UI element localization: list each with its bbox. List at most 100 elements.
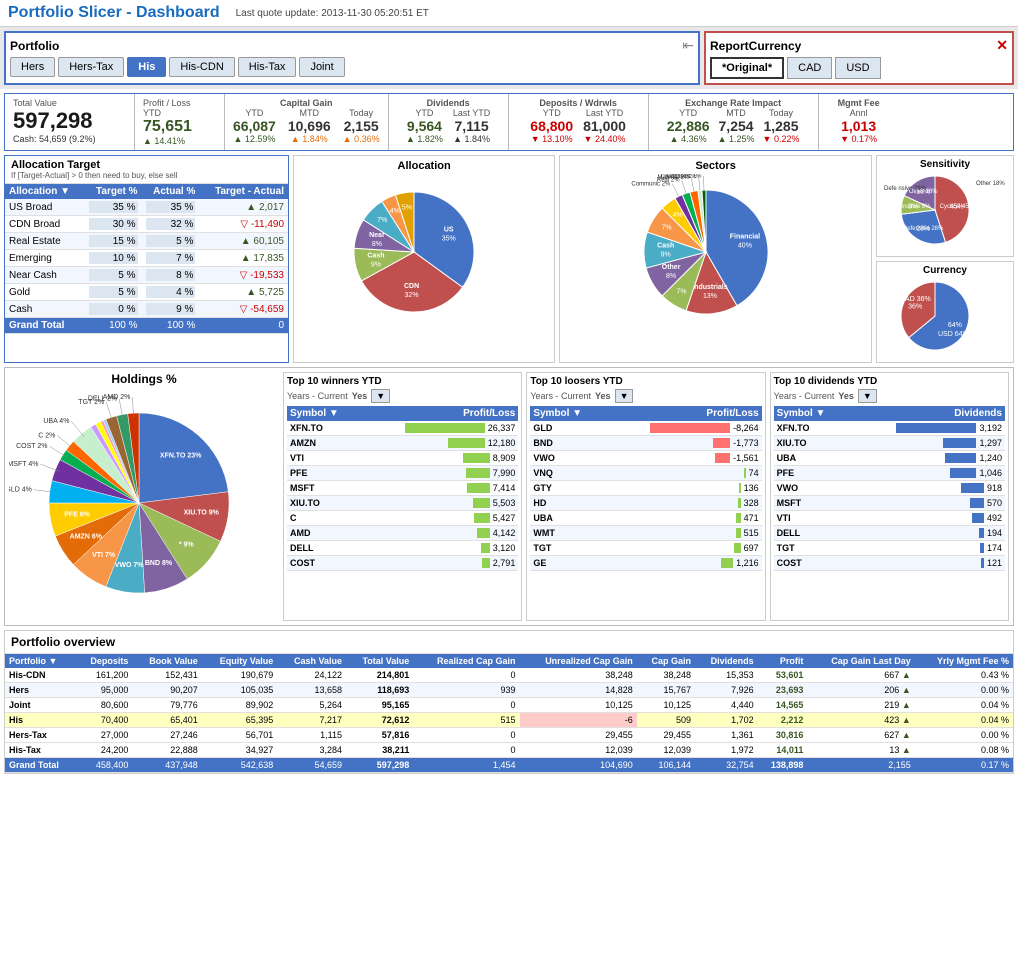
div-value: 194 (850, 526, 1005, 541)
overview-row: His 70,400 65,401 65,395 7,217 72,612 51… (5, 713, 1013, 728)
top-section: Portfolio ⇤ Hers Hers-Tax His His-CDN Hi… (0, 27, 1018, 89)
div-symbol: XFN.TO (774, 421, 850, 436)
tab-his-cdn[interactable]: His-CDN (169, 57, 234, 77)
ex-mtd-val: 7,254 (718, 118, 755, 134)
sectors-pie-title: Sectors (564, 160, 867, 172)
tab-hers[interactable]: Hers (10, 57, 55, 77)
ov-mgmt: 0.04 % (915, 713, 1013, 728)
ov-unrealized: 29,455 (520, 728, 637, 743)
ov-total: 118,693 (346, 683, 413, 698)
ov-dividends: 1,972 (695, 743, 758, 758)
svg-text:MSFT 4%: MSFT 4% (9, 461, 38, 468)
winner-symbol: COST (287, 556, 361, 571)
svg-text:Other: Other (661, 264, 680, 271)
alloc-actual: 8 % (142, 267, 200, 284)
winner-symbol: MSFT (287, 481, 361, 496)
currency-usd[interactable]: USD (835, 57, 880, 79)
tab-his[interactable]: His (127, 57, 166, 77)
overview-row: His-Tax 24,200 22,888 34,927 3,284 38,21… (5, 743, 1013, 758)
stats-row: Total Value 597,298 Cash: 54,659 (9.2%) … (4, 93, 1014, 151)
loser-symbol: GLD (530, 421, 605, 436)
alloc-actual: 35 % (142, 199, 200, 216)
div-value: 1,046 (850, 466, 1005, 481)
losers-row: BND -1,773 (530, 436, 761, 451)
tab-joint[interactable]: Joint (299, 57, 344, 77)
winners-filter-btn[interactable]: ▼ (371, 389, 390, 403)
cap-mtd-val: 10,696 (288, 118, 331, 134)
winner-symbol: VTI (287, 451, 361, 466)
tab-his-tax[interactable]: His-Tax (238, 57, 297, 77)
mgmt-label: Mgmt Fee (827, 98, 891, 108)
right-pies: Sensitivity 45%28%9%18%Cyclical 45%Defen… (876, 155, 1014, 363)
ov-equity: 190,679 (202, 668, 278, 683)
winners-table: Symbol ▼ Profit/Loss XFN.TO 26,337 AMZN … (287, 406, 518, 571)
svg-text:7%: 7% (661, 224, 671, 231)
loser-symbol: HD (530, 496, 605, 511)
loser-symbol: VNQ (530, 466, 605, 481)
div-symbol: UBA (774, 451, 850, 466)
ov-equity: 34,927 (202, 743, 278, 758)
alloc-target: 5 % (85, 284, 142, 301)
currency-tabs: *Original* CAD USD (710, 57, 1008, 79)
svg-text:Defensive 28%: Defensive 28% (903, 226, 944, 232)
ov-deposits: 27,000 (76, 728, 132, 743)
svg-text:35%: 35% (442, 235, 456, 242)
portfolio-close-icon[interactable]: ⇤ (682, 37, 694, 54)
top10-winners: Top 10 winners YTD Years - Current Yes ▼… (283, 372, 522, 621)
svg-text:AMZN 6%: AMZN 6% (70, 534, 103, 541)
div-lastytd-col: Last YTD 7,115 ▲ 1.84% (453, 108, 490, 144)
losers-filter-label: Years - Current (530, 391, 591, 401)
div-symbol: VWO (774, 481, 850, 496)
ov-lastday: 627 ▲ (807, 728, 914, 743)
ov-profit: 2,212 (758, 713, 808, 728)
cap-ytd-col: YTD 66,087 ▲ 12.59% (233, 108, 276, 144)
ov-col-deposits: Deposits (76, 654, 132, 668)
ov-portfolio: His-Tax (5, 743, 76, 758)
tab-hers-tax[interactable]: Hers-Tax (58, 57, 124, 77)
svg-text:XFN.TO 23%: XFN.TO 23% (160, 453, 202, 460)
ov-total: 214,801 (346, 668, 413, 683)
deposits-label: Deposits / Wdrwls (517, 98, 640, 108)
ov-col-portfolio: Portfolio ▼ (5, 654, 76, 668)
profit-ytd-pct: ▲ 14.41% (143, 136, 216, 146)
currency-original[interactable]: *Original* (710, 57, 784, 79)
ov-lastday: 13 ▲ (807, 743, 914, 758)
ytd-label1: YTD (143, 108, 216, 118)
holdings-pie-area: Holdings % XFN.TO 23%XIU.TO 9%* 9%BND 8%… (9, 372, 279, 621)
currency-close-icon[interactable]: ✕ (996, 37, 1008, 54)
ov-book: 22,888 (132, 743, 201, 758)
div-symbol: XIU.TO (774, 436, 850, 451)
ov-col-capgain: Cap Gain (637, 654, 695, 668)
alloc-name: Real Estate (5, 233, 85, 250)
alloc-grand-total: Grand Total 100 % 100 % 0 (5, 318, 288, 334)
middle-section: Allocation Target If [Target-Actual] > 0… (4, 155, 1014, 363)
winner-symbol: C (287, 511, 361, 526)
cap-today-pct: ▲ 0.36% (343, 134, 380, 144)
cap-today-col: Today 2,155 ▲ 0.36% (343, 108, 380, 144)
ov-mgmt: 0.04 % (915, 698, 1013, 713)
profit-loss-label: Profit / Loss (143, 98, 216, 108)
ov-unrealized: -6 (520, 713, 637, 728)
ov-capgain: 12,039 (637, 743, 695, 758)
currency-cad[interactable]: CAD (787, 57, 832, 79)
portfolio-overview-section: Portfolio overview Portfolio ▼ Deposits … (4, 630, 1014, 774)
alloc-diff: ▲ 60,105 (199, 233, 288, 250)
winner-symbol: XFN.TO (287, 421, 361, 436)
ex-today-val: 1,285 (763, 118, 800, 134)
ov-dividends: 1,702 (695, 713, 758, 728)
svg-text:VWO 7%: VWO 7% (115, 562, 145, 569)
dividends-filter-btn[interactable]: ▼ (858, 389, 877, 403)
loser-profit: 515 (605, 526, 761, 541)
div-value: 918 (850, 481, 1005, 496)
top10-area: Top 10 winners YTD Years - Current Yes ▼… (283, 372, 1009, 621)
dividends-col-value: Dividends (850, 406, 1005, 421)
winners-col-profit: Profit/Loss (361, 406, 518, 421)
ov-col-unrealized: Unrealized Cap Gain (520, 654, 637, 668)
losers-filter-btn[interactable]: ▼ (615, 389, 634, 403)
ov-book: 152,431 (132, 668, 201, 683)
winners-row: COST 2,791 (287, 556, 518, 571)
loser-symbol: BND (530, 436, 605, 451)
ov-dividends: 7,926 (695, 683, 758, 698)
losers-row: VNQ 74 (530, 466, 761, 481)
ov-cash: 3,284 (277, 743, 346, 758)
